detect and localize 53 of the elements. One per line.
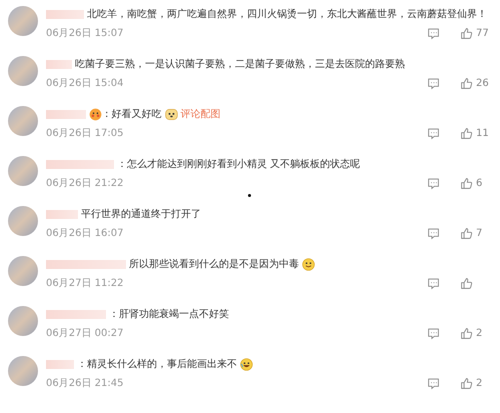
blushing-emoji-icon bbox=[89, 108, 102, 120]
thumbs-up-icon[interactable] bbox=[460, 176, 473, 190]
comment-date: 06月26日 17:05 bbox=[46, 127, 124, 140]
like-count: 26 bbox=[476, 78, 489, 88]
comment-text: ：精灵长什么样的，事后能画出来不 bbox=[77, 358, 237, 371]
like-count: 7 bbox=[476, 228, 482, 238]
avatar-placeholder[interactable] bbox=[8, 306, 38, 336]
thumbs-up-icon[interactable] bbox=[460, 26, 473, 40]
avatar-placeholder[interactable] bbox=[8, 256, 38, 286]
comment-date: 06月26日 21:45 bbox=[46, 377, 124, 390]
comment-date: 06月27日 00:27 bbox=[46, 327, 124, 340]
comment-text: ：肝肾功能衰竭一点不好笑 bbox=[109, 308, 229, 321]
thumbs-up-icon[interactable] bbox=[460, 376, 473, 390]
avatar-placeholder[interactable] bbox=[8, 356, 38, 386]
like-count: 11 bbox=[476, 128, 489, 138]
like-count: 2 bbox=[476, 328, 482, 338]
comment-icon[interactable] bbox=[427, 26, 440, 40]
comment-date: 06月27日 11:22 bbox=[46, 277, 124, 290]
avatar-placeholder[interactable] bbox=[8, 156, 38, 186]
comment-icon[interactable] bbox=[427, 176, 440, 190]
like-count: 77 bbox=[476, 28, 489, 38]
comment-date: 06月26日 21:22 bbox=[46, 177, 124, 190]
comment-date: 06月26日 16:07 bbox=[46, 227, 124, 240]
like-count: 2 bbox=[476, 378, 482, 388]
comment-icon[interactable] bbox=[427, 226, 440, 240]
avatar-placeholder[interactable] bbox=[8, 56, 38, 86]
thumbs-up-icon[interactable] bbox=[460, 276, 473, 290]
comment-text: ：怎么才能达到刚刚好看到小精灵 又不躺板板的状态呢 bbox=[117, 158, 360, 171]
comment-date: 06月26日 15:04 bbox=[46, 77, 124, 90]
comment-date: 06月26日 15:07 bbox=[46, 27, 124, 40]
thumbs-up-icon[interactable] bbox=[460, 226, 473, 240]
laughing-emoji-icon bbox=[240, 358, 253, 370]
avatar-placeholder[interactable] bbox=[8, 106, 38, 136]
smiley-emoji-icon bbox=[302, 258, 315, 270]
comment-icon[interactable] bbox=[427, 276, 440, 290]
comment-text: : 好看又好吃 bbox=[105, 108, 162, 121]
comment-icon[interactable] bbox=[427, 76, 440, 90]
comment-text: 北吃羊，南吃蟹，两广吃遍自然界，四川火锅烫一切，东北大酱蘸世界，云南蘑菇登仙界！ bbox=[87, 8, 487, 21]
like-count: 6 bbox=[476, 178, 482, 188]
comment-text: 平行世界的通道终于打开了 bbox=[81, 208, 201, 221]
thumbs-up-icon[interactable] bbox=[460, 126, 473, 140]
comment-image-link[interactable]: 评论配图 bbox=[180, 107, 221, 121]
comment-icon[interactable] bbox=[427, 376, 440, 390]
thumbs-up-icon[interactable] bbox=[460, 326, 473, 340]
avatar-placeholder[interactable] bbox=[8, 6, 38, 36]
dog-emoji-icon bbox=[164, 108, 178, 120]
dot-mark bbox=[248, 194, 251, 197]
comment-icon[interactable] bbox=[427, 126, 440, 140]
avatar-placeholder[interactable] bbox=[8, 206, 38, 236]
comment-text: 所以那些说看到什么的是不是因为中毒 bbox=[129, 258, 299, 271]
comment-icon[interactable] bbox=[427, 326, 440, 340]
comment-text: 吃菌子要三熟，一是认识菌子要熟，二是菌子要做熟，三是去医院的路要熟 bbox=[75, 58, 405, 71]
thumbs-up-icon[interactable] bbox=[460, 76, 473, 90]
